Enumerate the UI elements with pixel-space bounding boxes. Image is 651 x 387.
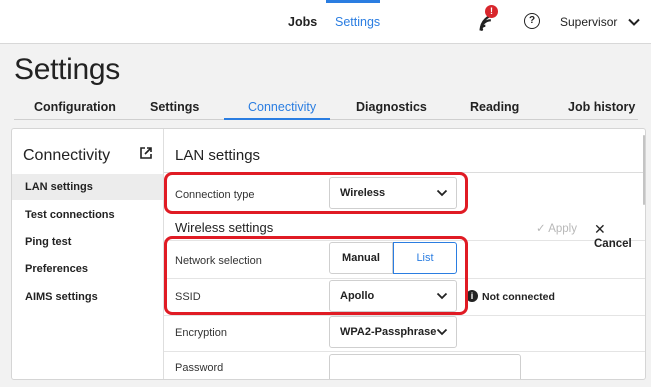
annotation-highlight-connection-type — [164, 172, 468, 214]
section-title: LAN settings — [175, 147, 261, 164]
password-field[interactable] — [329, 354, 521, 379]
check-icon: ✓ — [536, 223, 549, 235]
encryption-select[interactable]: WPA2-Passphrase — [329, 316, 457, 348]
close-icon: ✕ — [594, 221, 606, 237]
chevron-down-icon[interactable] — [627, 15, 641, 29]
external-link-icon[interactable] — [139, 146, 153, 160]
row-divider — [164, 351, 645, 352]
help-icon[interactable]: ? — [524, 13, 540, 29]
chevron-down-icon — [436, 328, 448, 336]
nav-jobs[interactable]: Jobs — [288, 15, 317, 29]
tab-connectivity[interactable]: Connectivity — [248, 100, 316, 114]
sidebar-item-ping-test[interactable]: Ping test — [12, 229, 163, 255]
user-menu[interactable]: Supervisor — [560, 15, 617, 29]
tab-active-indicator — [224, 118, 330, 120]
alert-badge: ! — [485, 5, 498, 18]
nav-settings[interactable]: Settings — [335, 15, 380, 29]
top-bar: Jobs Settings ! ? Supervisor — [0, 0, 651, 44]
sidebar-item-preferences[interactable]: Preferences — [12, 256, 163, 282]
sidebar-title: Connectivity — [23, 147, 111, 164]
sidebar-item-lan-settings[interactable]: LAN settings — [12, 174, 163, 200]
ssid-status: Not connected — [482, 291, 555, 303]
annotation-highlight-network — [164, 236, 468, 315]
tab-job-history[interactable]: Job history — [568, 100, 635, 114]
apply-label: Apply — [548, 223, 577, 235]
cancel-label: Cancel — [594, 238, 632, 250]
tab-settings[interactable]: Settings — [150, 100, 199, 114]
tab-configuration[interactable]: Configuration — [34, 100, 116, 114]
sidebar-item-aims-settings[interactable]: AIMS settings — [12, 284, 163, 310]
cancel-button[interactable]: ✕ Cancel — [594, 221, 645, 250]
page-title: Settings — [14, 53, 120, 86]
encryption-label: Encryption — [175, 327, 227, 339]
tab-diagnostics[interactable]: Diagnostics — [356, 100, 427, 114]
scrollbar[interactable] — [643, 135, 645, 205]
apply-button[interactable]: ✓ Apply — [536, 221, 577, 235]
password-label: Password — [175, 362, 224, 374]
wireless-settings-title: Wireless settings — [175, 220, 274, 235]
settings-panel: Connectivity LAN settings Test connectio… — [11, 128, 646, 380]
sidebar-item-test-connections[interactable]: Test connections — [12, 202, 163, 228]
encryption-value: WPA2-Passphrase — [340, 326, 437, 338]
tab-bar: Configuration Settings Connectivity Diag… — [14, 90, 638, 120]
tab-reading[interactable]: Reading — [470, 100, 519, 114]
nav-active-indicator — [326, 0, 380, 3]
